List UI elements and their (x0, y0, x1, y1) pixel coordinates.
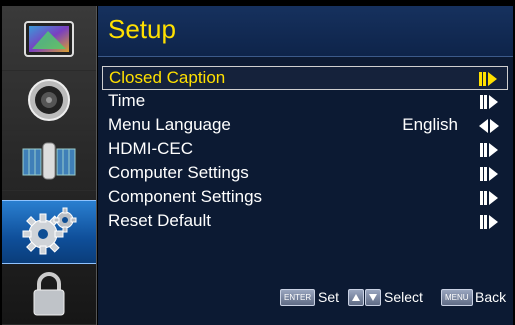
lock-icon (33, 272, 65, 316)
menu-item-computer-settings[interactable]: Computer Settings (102, 162, 508, 186)
set-hint: Set (318, 289, 340, 305)
gear-icon (22, 207, 77, 255)
menu-item-component-settings[interactable]: Component Settings (102, 186, 508, 210)
tv-osd-screen: Setup Closed Caption Time Menu Language … (0, 0, 515, 325)
sidebar-item-audio[interactable] (2, 70, 96, 131)
submenu-arrow-icon (480, 215, 498, 229)
menu-item-label: Computer Settings (108, 163, 249, 182)
submenu-arrow-icon (480, 95, 498, 109)
menu-item-closed-caption[interactable]: Closed Caption (102, 66, 508, 90)
sidebar-item-channel[interactable] (2, 130, 96, 191)
enter-key-badge: ENTER (280, 289, 316, 306)
left-right-arrow-icon[interactable] (478, 117, 500, 135)
menu-item-hdmi-cec[interactable]: HDMI-CEC (102, 138, 508, 162)
submenu-arrow-icon (480, 143, 498, 157)
menu-item-time[interactable]: Time (102, 90, 508, 114)
sidebar-item-setup[interactable] (2, 200, 96, 264)
picture-icon (24, 21, 74, 57)
page-title: Setup (108, 14, 176, 44)
submenu-arrow-icon (479, 72, 497, 86)
menu-item-menu-language[interactable]: Menu Language English (102, 114, 508, 138)
menu-item-label: Time (108, 91, 146, 110)
submenu-arrow-icon (480, 167, 498, 181)
menu-item-label: Component Settings (108, 187, 263, 206)
menu-item-label: Closed Caption (109, 68, 226, 87)
panel-header: Setup (98, 6, 513, 57)
sidebar-item-lock[interactable] (2, 264, 96, 325)
button-hints: ENTER Set Select MENU Back (98, 287, 513, 307)
up-arrow-key-icon (348, 289, 364, 306)
submenu-arrow-icon (480, 191, 498, 205)
menu-item-label: HDMI-CEC (108, 139, 193, 158)
menu-key-badge: MENU (441, 289, 473, 306)
back-hint: Back (475, 289, 507, 305)
setup-panel: Setup Closed Caption Time Menu Language … (98, 6, 513, 325)
menu-item-reset-default[interactable]: Reset Default (102, 210, 508, 234)
category-sidebar (2, 6, 97, 325)
speaker-icon (28, 79, 70, 121)
satellite-icon (22, 142, 76, 180)
menu-item-label: Reset Default (108, 211, 211, 230)
sidebar-item-picture[interactable] (2, 10, 96, 71)
menu-item-label: Menu Language (108, 115, 231, 134)
menu-item-value: English (402, 115, 458, 134)
select-hint: Select (384, 289, 423, 305)
down-arrow-key-icon (365, 289, 381, 306)
setup-menu: Closed Caption Time Menu Language Englis… (102, 66, 508, 234)
